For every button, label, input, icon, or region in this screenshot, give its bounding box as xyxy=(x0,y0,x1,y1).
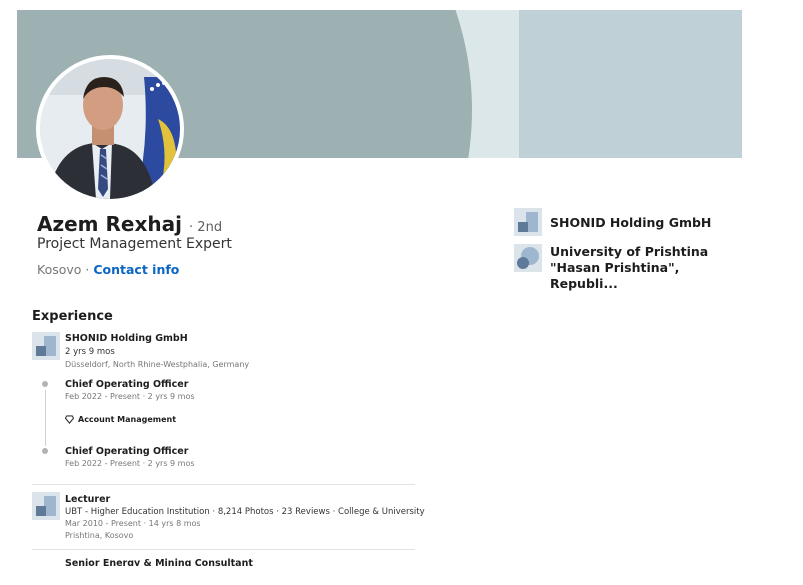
current-company-name: SHONID Holding GmbH xyxy=(550,215,712,230)
company-logo-icon[interactable] xyxy=(32,332,60,360)
school-name-line1: University of Prishtina xyxy=(550,244,709,259)
experience-divider xyxy=(32,484,415,485)
role-skill-label: Account Management xyxy=(78,415,177,424)
connection-degree: · 2nd xyxy=(189,220,223,235)
experience-company-name[interactable]: SHONID Holding GmbH xyxy=(65,333,188,344)
education-school[interactable]: University of Prishtina "Hasan Prishtina… xyxy=(514,244,744,292)
contact-info-link[interactable]: Contact info xyxy=(93,262,179,277)
role-title[interactable]: Chief Operating Officer xyxy=(65,446,188,457)
role-timeline-dot xyxy=(42,381,48,387)
school-name-line2: "Hasan Prishtina", Republi... xyxy=(550,260,680,291)
experience-heading: Experience xyxy=(32,309,113,324)
role-skill[interactable]: Account Management xyxy=(65,415,176,424)
experience-company-location: Düsseldorf, North Rhine-Westphalia, Germ… xyxy=(65,360,250,369)
school-logo-icon xyxy=(514,244,542,272)
job-organization: UBT - Higher Education Institution · 8,2… xyxy=(65,507,425,517)
company-logo-icon xyxy=(514,208,542,236)
profile-location: Kosovo · xyxy=(37,262,90,277)
current-company[interactable]: SHONID Holding GmbH xyxy=(514,208,744,236)
viewport-clip xyxy=(0,566,803,585)
role-timeline-dot xyxy=(42,448,48,454)
role-dates: Feb 2022 - Present · 2 yrs 9 mos xyxy=(65,459,195,468)
profile-headline: Project Management Expert xyxy=(37,236,232,252)
avatar-photo xyxy=(40,59,180,199)
name-row: Azem Rexhaj · 2nd xyxy=(37,212,222,236)
experience-divider xyxy=(32,549,415,550)
role-timeline-line xyxy=(45,390,46,446)
profile-card: Azem Rexhaj · 2nd Project Management Exp… xyxy=(0,0,803,585)
experience-company-duration: 2 yrs 9 mos xyxy=(65,347,115,357)
role-dates: Feb 2022 - Present · 2 yrs 9 mos xyxy=(65,392,195,401)
job-dates: Mar 2010 - Present · 14 yrs 8 mos xyxy=(65,519,201,528)
location-row: Kosovo · Contact info xyxy=(37,262,179,277)
job-title[interactable]: Lecturer xyxy=(65,494,110,505)
profile-name: Azem Rexhaj xyxy=(37,212,182,236)
job-location: Prishtina, Kosovo xyxy=(65,531,134,540)
diamond-skill-icon xyxy=(65,415,74,424)
company-logo-icon[interactable] xyxy=(32,492,60,520)
profile-avatar[interactable] xyxy=(36,55,184,203)
role-title[interactable]: Chief Operating Officer xyxy=(65,379,188,390)
